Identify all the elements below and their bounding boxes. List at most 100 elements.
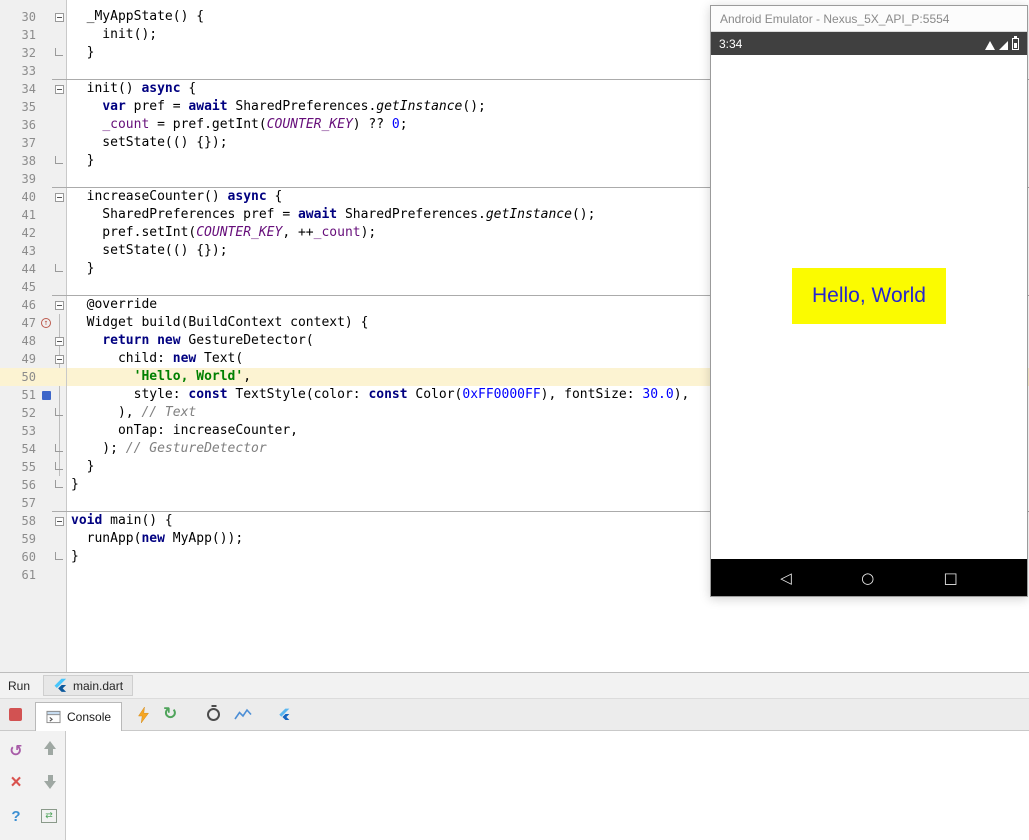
close-button[interactable]: ×	[6, 772, 26, 793]
gutter-icon-slot	[40, 332, 52, 350]
fold-start-icon[interactable]	[52, 332, 66, 350]
fold-end-icon[interactable]	[52, 44, 66, 62]
line-number[interactable]: 56	[0, 476, 40, 494]
fold-end-icon[interactable]	[52, 404, 66, 422]
line-number[interactable]: 50	[0, 368, 40, 386]
up-stack-button[interactable]	[40, 738, 60, 758]
line-number[interactable]: 38	[0, 152, 40, 170]
back-button[interactable]: ◁	[780, 569, 792, 587]
performance-button[interactable]	[234, 708, 252, 721]
rerun-button[interactable]: ↺	[6, 740, 26, 760]
gutter-icon-slot	[40, 260, 52, 278]
fold-start-icon[interactable]	[52, 8, 66, 26]
line-number[interactable]: 51	[0, 386, 40, 404]
line-number[interactable]: 44	[0, 260, 40, 278]
gutter-icon-slot	[40, 80, 52, 98]
line-number[interactable]: 39	[0, 170, 40, 188]
fold-start-icon[interactable]	[52, 512, 66, 530]
line-number[interactable]: 33	[0, 62, 40, 80]
hello-world-button[interactable]: Hello, World	[792, 268, 946, 324]
tab-console[interactable]: Console	[35, 702, 123, 731]
code-text: }	[71, 153, 95, 168]
override-icon[interactable]: ↑	[40, 314, 52, 332]
line-number[interactable]: 49	[0, 350, 40, 368]
fold-slot	[52, 422, 66, 440]
timeline-button[interactable]	[207, 708, 221, 721]
run-tab-main-dart[interactable]: main.dart	[43, 675, 134, 696]
line-number[interactable]: 36	[0, 116, 40, 134]
fold-end-icon[interactable]	[52, 476, 66, 494]
fold-end-icon[interactable]	[52, 548, 66, 566]
emulator-title-bar[interactable]: Android Emulator - Nexus_5X_API_P:5554	[711, 6, 1027, 32]
fold-slot	[52, 206, 66, 224]
line-number[interactable]: 34	[0, 80, 40, 98]
line-number[interactable]: 42	[0, 224, 40, 242]
hot-restart-button[interactable]: ↻	[163, 706, 177, 723]
console-settings-button[interactable]: ⇄	[39, 806, 59, 826]
line-number[interactable]: 57	[0, 494, 40, 512]
gutter-icon-slot	[40, 296, 52, 314]
home-button[interactable]: ○	[861, 569, 874, 587]
console-output[interactable]	[67, 731, 1029, 840]
gutter-icon-slot	[40, 242, 52, 260]
code-text: }	[71, 459, 95, 474]
line-number[interactable]: 41	[0, 206, 40, 224]
line-number[interactable]: 37	[0, 134, 40, 152]
fold-slot	[52, 98, 66, 116]
line-number[interactable]: 52	[0, 404, 40, 422]
fold-end-icon[interactable]	[52, 440, 66, 458]
console-icon	[46, 710, 61, 724]
line-number[interactable]: 46	[0, 296, 40, 314]
recents-button[interactable]: □	[943, 569, 957, 587]
fold-end-icon[interactable]	[52, 458, 66, 476]
fold-start-icon[interactable]	[52, 80, 66, 98]
line-number[interactable]: 58	[0, 512, 40, 530]
fold-start-icon[interactable]	[52, 296, 66, 314]
fold-start-icon[interactable]	[52, 188, 66, 206]
code-text: init();	[71, 27, 158, 42]
line-number[interactable]: 31	[0, 26, 40, 44]
line-number[interactable]: 45	[0, 278, 40, 296]
stopwatch-icon	[207, 708, 221, 721]
line-number[interactable]: 53	[0, 422, 40, 440]
gutter-icon-slot	[40, 350, 52, 368]
line-number[interactable]: 55	[0, 458, 40, 476]
code-text: setState(() {});	[71, 243, 228, 258]
line-number[interactable]: 47	[0, 314, 40, 332]
line-number[interactable]: 48	[0, 332, 40, 350]
code-text: child: new Text(	[71, 351, 244, 366]
help-button[interactable]: ?	[6, 806, 26, 826]
line-number[interactable]: 59	[0, 530, 40, 548]
fold-end-icon[interactable]	[52, 152, 66, 170]
devtools-button[interactable]	[278, 708, 291, 721]
line-number[interactable]: 30	[0, 8, 40, 26]
fold-start-icon[interactable]	[52, 350, 66, 368]
fold-slot	[52, 134, 66, 152]
code-text: }	[71, 477, 79, 492]
code-text: pref.setInt(COUNTER_KEY, ++_count);	[71, 225, 377, 240]
line-number[interactable]: 61	[0, 566, 40, 584]
app-screen: Hello, World	[711, 55, 1027, 559]
gutter-icon-slot	[40, 440, 52, 458]
line-number[interactable]: 32	[0, 44, 40, 62]
gutter-icon-slot	[40, 476, 52, 494]
status-icons	[985, 32, 1019, 55]
line-number[interactable]: 60	[0, 548, 40, 566]
fold-slot	[52, 278, 66, 296]
fold-slot	[52, 116, 66, 134]
stop-button[interactable]	[9, 708, 22, 721]
bookmark-icon[interactable]	[40, 386, 52, 404]
line-number[interactable]: 54	[0, 440, 40, 458]
hot-reload-button[interactable]	[138, 706, 150, 723]
gutter-icon-slot	[40, 62, 52, 80]
down-stack-button[interactable]	[40, 772, 60, 792]
code-text: runApp(new MyApp());	[71, 531, 244, 546]
fold-end-icon[interactable]	[52, 260, 66, 278]
line-number[interactable]: 40	[0, 188, 40, 206]
run-title: Run	[8, 678, 31, 693]
line-number[interactable]: 35	[0, 98, 40, 116]
line-number[interactable]: 43	[0, 242, 40, 260]
emulator-window: Android Emulator - Nexus_5X_API_P:5554 3…	[710, 5, 1028, 597]
